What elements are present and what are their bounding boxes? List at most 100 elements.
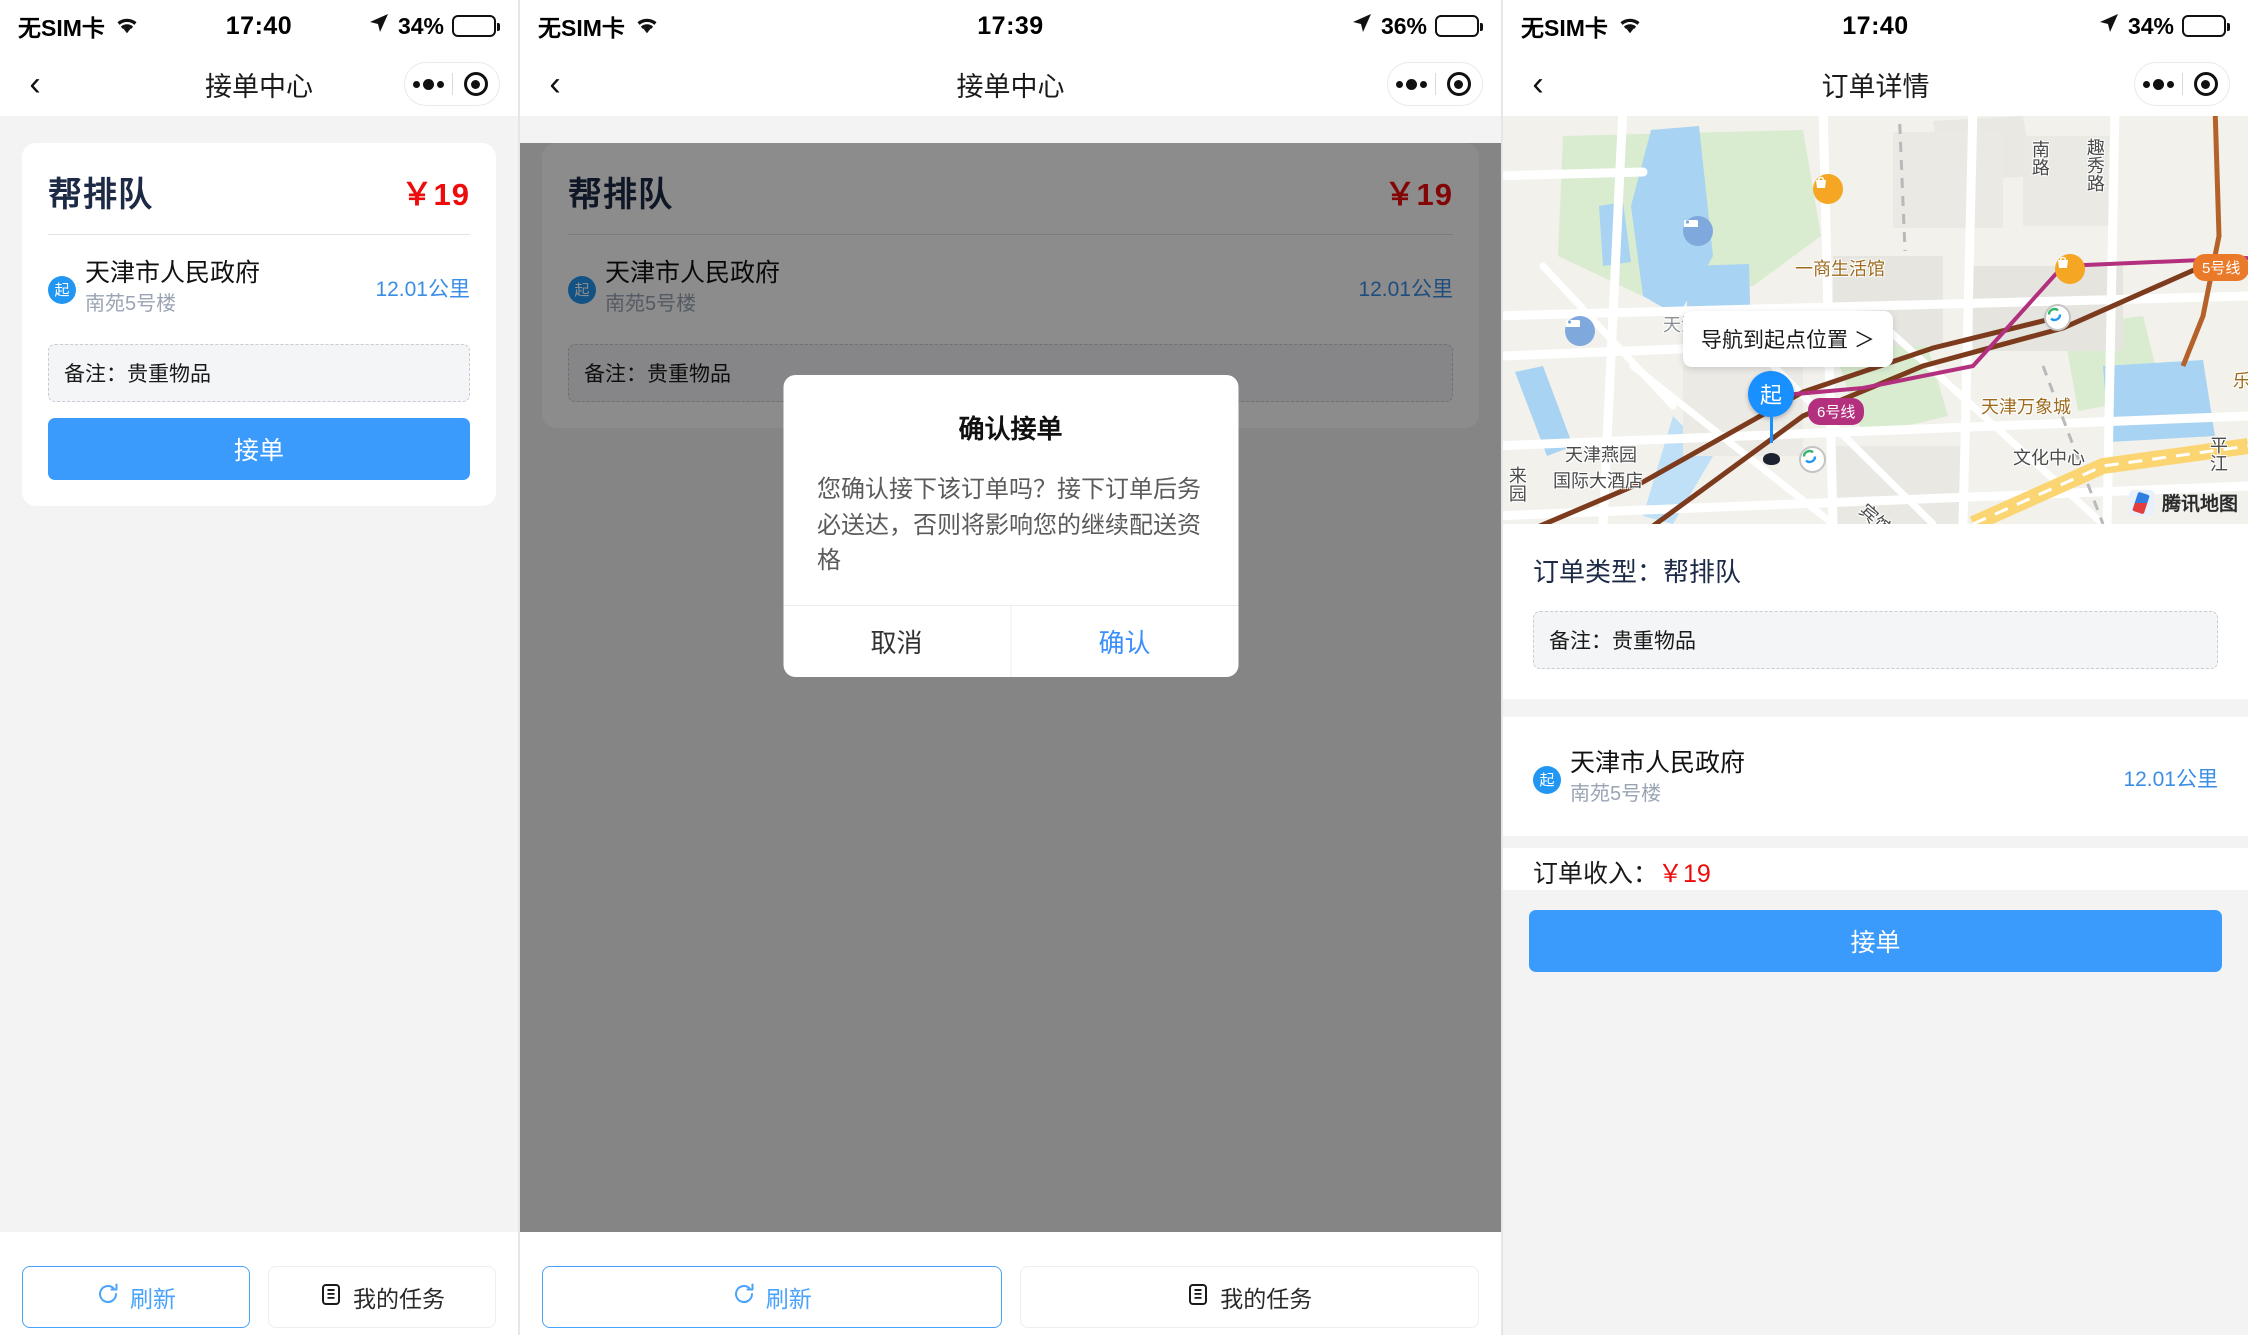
my-tasks-label: 我的任务 [1220,1286,1313,1312]
modal-overlay[interactable] [520,143,1501,1232]
my-tasks-label: 我的任务 [353,1286,445,1312]
more-menu-icon[interactable] [405,78,452,90]
order-price: ￥19 [401,177,470,212]
map-attribution: 腾讯地图 [2128,489,2238,516]
start-badge-icon: 起 [48,275,76,304]
distance-label: 12.01公里 [375,277,470,301]
order-card-header: 帮排队 ￥19 [48,167,470,234]
start-location-pin: 起 [1748,371,1794,443]
my-tasks-button[interactable]: 我的任务 [268,1266,496,1328]
shop-poi-icon [2055,254,2085,284]
metro-station-icon [2044,304,2071,331]
metro-line-pill: 6号线 [1808,398,1865,425]
order-note: 备注：贵重物品 [1533,611,2218,669]
more-menu-icon[interactable] [2135,78,2182,90]
metro-station-icon [1799,446,1826,473]
dialog-confirm-button[interactable]: 确认 [1011,606,1238,677]
back-button[interactable]: ‹ [0,67,70,101]
hotel-poi-icon [1683,216,1713,246]
clipboard-icon [1186,1282,1210,1312]
address-detail: 南苑5号楼 [85,293,177,315]
section-divider [1503,699,2248,717]
back-button[interactable]: ‹ [1503,67,1573,101]
back-button[interactable]: ‹ [520,67,590,101]
tencent-map-logo-icon [2128,489,2155,516]
wechat-capsule [1387,62,1483,106]
start-pin-label: 起 [1748,371,1794,417]
dialog-body: 确认接单 您确认接下该订单吗？接下订单后务必送达，否则将影响您的继续配送资格 [783,375,1238,605]
status-right: 34% [2098,12,2230,40]
status-bar: 无SIM卡 17:40 34% [0,0,518,52]
more-menu-icon[interactable] [1388,78,1435,90]
distance-label: 12.01公里 [2123,767,2218,791]
order-note: 备注：贵重物品 [48,344,470,402]
battery-icon [2182,15,2230,37]
content-area: 帮排队 ￥19 起 天津市人民政府 南苑5号楼 12.01公里 备注：贵重物品 [520,143,1501,1335]
panel-order-detail: 无SIM卡 17:40 34% ‹ 订单详情 5号线 6号线 一商生活馆 天津燕… [1503,0,2248,1335]
pickup-address-row: 起 天津市人民政府 南苑5号楼 12.01公里 [1533,747,2218,808]
close-target-icon[interactable] [1436,72,1483,96]
nav-bar: ‹ 接单中心 [520,52,1501,116]
battery-icon [1435,15,1483,37]
dialog-actions: 取消 确认 [783,604,1238,677]
address-name: 天津市人民政府 [85,259,261,287]
nav-bar: ‹ 接单中心 [0,52,518,116]
order-type-block: 订单类型：帮排队 备注：贵重物品 [1503,524,2248,699]
refresh-button[interactable]: 刷新 [22,1266,250,1328]
address-text-group: 天津市人民政府 南苑5号楼 [1570,747,2113,808]
bottom-toolbar: 刷新 我的任务 [0,1232,518,1335]
dialog-cancel-button[interactable]: 取消 [783,605,1011,677]
order-type-title: 帮排队 [48,176,153,214]
content-area: 帮排队 ￥19 起 天津市人民政府 南苑5号楼 12.01公里 备注：贵重物品 … [0,143,518,1335]
refresh-icon [96,1282,120,1312]
page-title: 接单中心 [956,71,1065,102]
pin-stem [1769,417,1773,443]
accept-order-button[interactable]: 接单 [1529,910,2222,972]
battery-percent: 36% [1380,12,1427,39]
panel-order-center: 无SIM卡 17:40 34% ‹ 接单中心 帮排队 ￥19 起 天津市人民政府… [0,0,520,1335]
hotel-poi-icon [1565,316,1595,346]
battery-percent: 34% [2127,12,2174,39]
accept-order-button[interactable]: 接单 [48,418,470,480]
start-badge-icon: 起 [1533,765,1561,794]
close-target-icon[interactable] [2183,72,2230,96]
refresh-icon [732,1282,756,1312]
nav-bar: ‹ 订单详情 [1503,52,2248,116]
location-arrow-icon [368,12,390,40]
order-type-label: 订单类型：帮排队 [1533,557,1742,587]
wechat-capsule [404,62,500,106]
income-row: 订单收入：￥19 [1503,848,2248,890]
my-tasks-button[interactable]: 我的任务 [1019,1266,1479,1328]
refresh-label: 刷新 [130,1286,176,1312]
dialog-message: 您确认接下该订单吗？接下订单后务必送达，否则将影响您的继续配送资格 [817,476,1201,575]
address-name: 天津市人民政府 [1570,749,1746,777]
order-card[interactable]: 帮排队 ￥19 起 天津市人民政府 南苑5号楼 12.01公里 备注：贵重物品 … [22,143,496,506]
address-detail: 南苑5号楼 [1570,783,1662,805]
map-attribution-label: 腾讯地图 [2161,494,2238,515]
refresh-label: 刷新 [765,1286,812,1312]
navigate-to-start-bubble[interactable]: 导航到起点位置 ＞ [1683,311,1893,367]
battery-percent: 34% [397,12,444,39]
screenshot-root: 无SIM卡 17:40 34% ‹ 接单中心 帮排队 ￥19 起 天津市人民政府… [0,0,2250,1335]
address-text-group: 天津市人民政府 南苑5号楼 [85,257,365,318]
income-value: ￥19 [1658,860,1711,888]
clipboard-icon [319,1282,343,1312]
status-right: 36% [1351,12,1483,40]
pickup-address-row: 起 天津市人民政府 南苑5号楼 12.01公里 [48,235,470,332]
income-label: 订单收入： [1533,860,1659,888]
close-target-icon[interactable] [453,72,500,96]
location-arrow-icon [1351,12,1373,40]
map-view[interactable]: 5号线 6号线 6号线 11号线 一商生活馆 天津宜宾馆 天津燕园 国际大酒店 … [1503,116,2248,524]
pin-shadow-dot [1763,453,1780,465]
refresh-button[interactable]: 刷新 [542,1266,1002,1328]
bottom-toolbar: 刷新 我的任务 [520,1232,1501,1335]
confirm-dialog: 确认接单 您确认接下该订单吗？接下订单后务必送达，否则将影响您的继续配送资格 取… [783,375,1238,677]
metro-line-pill: 5号线 [2193,254,2248,281]
shop-poi-icon [1813,174,1843,204]
status-right: 34% [368,12,500,40]
status-bar: 无SIM卡 17:40 34% [1503,0,2248,52]
wechat-capsule [2134,62,2230,106]
status-bar: 无SIM卡 17:39 36% [520,0,1501,52]
detail-address-block: 起 天津市人民政府 南苑5号楼 12.01公里 [1503,717,2248,836]
location-arrow-icon [2098,12,2120,40]
